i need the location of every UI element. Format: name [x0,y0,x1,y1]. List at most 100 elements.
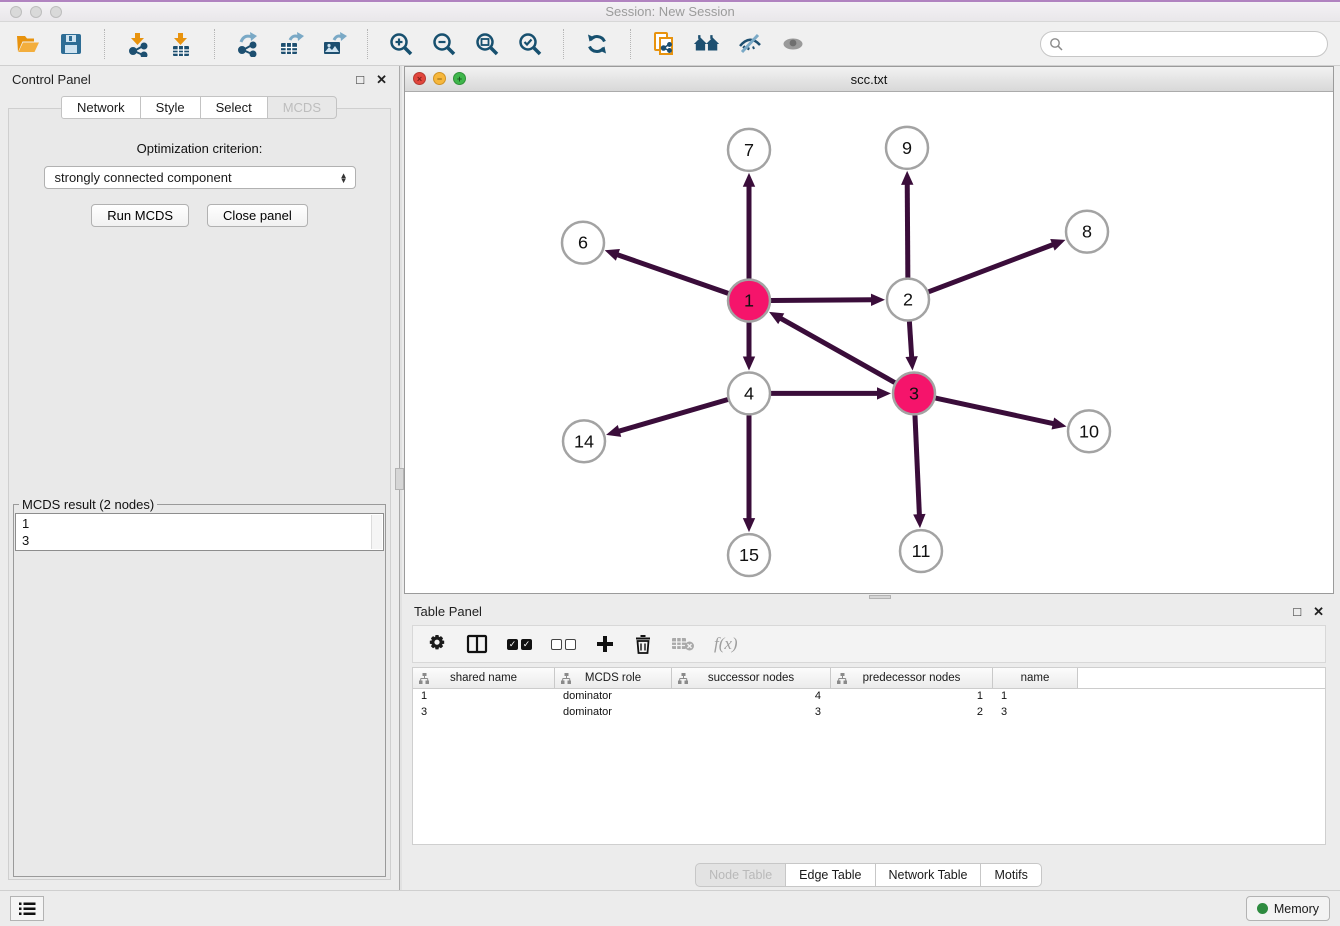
search-input[interactable] [1040,31,1328,57]
column-header-predecessor-nodes[interactable]: predecessor nodes [831,668,993,688]
import-network-icon[interactable] [124,30,152,58]
horizontal-splitter[interactable] [404,594,1334,599]
list-icon [18,901,36,917]
cell-successor-nodes[interactable]: 4 [672,689,831,705]
edge-4-14[interactable] [618,400,728,432]
export-table-icon[interactable] [277,30,305,58]
cell-predecessor-nodes[interactable]: 2 [831,705,993,721]
zoom-out-icon[interactable] [430,30,458,58]
save-session-icon[interactable] [57,30,85,58]
node-label-7: 7 [744,140,754,160]
zoom-fit-icon[interactable] [473,30,501,58]
show-columns-icon[interactable] [466,634,488,654]
close-window-icon[interactable] [10,6,22,18]
maximize-window-icon[interactable] [50,6,62,18]
network-minimize-icon[interactable]: − [433,72,446,85]
dropdown-arrows-icon: ▲▼ [340,173,348,183]
edge-2-9[interactable] [907,183,908,278]
network-graph: 7968124314101511 [405,92,1333,593]
hide-selected-icon[interactable] [736,30,764,58]
tab-network-table[interactable]: Network Table [875,863,982,887]
edge-2-8[interactable] [929,244,1055,292]
open-file-icon[interactable] [14,30,42,58]
tab-mcds[interactable]: MCDS [267,96,337,119]
select-all-icon[interactable]: ✓✓ [507,639,532,650]
cell-successor-nodes[interactable]: 3 [672,705,831,721]
network-maximize-icon[interactable]: + [453,72,466,85]
refresh-icon[interactable] [583,30,611,58]
column-header-MCDS-role[interactable]: MCDS role [555,668,672,688]
delete-row-icon[interactable] [634,634,652,654]
edge-arrowhead [905,356,917,370]
edge-1-2[interactable] [771,300,873,301]
cell-predecessor-nodes[interactable]: 1 [831,689,993,705]
zoom-selected-icon[interactable] [516,30,544,58]
add-row-icon[interactable] [595,634,615,654]
memory-button[interactable]: Memory [1246,896,1330,921]
tab-select[interactable]: Select [200,96,268,119]
column-header-shared-name[interactable]: shared name [413,668,555,688]
mcds-result-box[interactable]: 13 [15,513,384,551]
cell-name[interactable]: 3 [993,705,1078,721]
close-panel-button[interactable]: Close panel [207,204,308,227]
edge-3-11[interactable] [915,415,919,516]
edge-arrowhead [743,356,755,370]
run-mcds-button[interactable]: Run MCDS [91,204,189,227]
criterion-dropdown[interactable]: strongly connected component ▲▼ [44,166,356,189]
export-image-icon[interactable] [320,30,348,58]
toolbar-separator [214,29,215,59]
tab-node-table[interactable]: Node Table [695,863,786,887]
gear-icon[interactable] [427,634,447,654]
network-close-icon[interactable]: × [413,72,426,85]
column-header-name[interactable]: name [993,668,1078,688]
zoom-in-icon[interactable] [387,30,415,58]
cell-MCDS-role[interactable]: dominator [555,689,672,705]
application-window: Session: New Session [0,0,1340,926]
node-label-15: 15 [739,545,759,565]
tab-style[interactable]: Style [140,96,201,119]
import-table-icon[interactable] [167,30,195,58]
edge-1-6[interactable] [616,254,728,293]
function-builder-icon: f(x) [714,634,738,654]
copy-network-icon[interactable] [650,30,678,58]
tab-network[interactable]: Network [61,96,141,119]
vertical-splitter[interactable] [399,66,402,890]
export-network-icon[interactable] [234,30,262,58]
tab-motifs[interactable]: Motifs [980,863,1041,887]
table-tabs: Node TableEdge TableNetwork TableMotifs [404,863,1334,887]
network-canvas[interactable]: 7968124314101511 [405,92,1333,593]
cell-MCDS-role[interactable]: dominator [555,705,672,721]
table-header-row: shared nameMCDS rolesuccessor nodesprede… [413,668,1325,689]
float-panel-icon[interactable]: □ [356,73,364,86]
cell-shared-name[interactable]: 3 [413,705,555,721]
splitter-grip[interactable] [395,468,404,490]
table-row[interactable]: 3dominator323 [413,705,1325,721]
show-all-icon[interactable] [779,30,807,58]
minimize-window-icon[interactable] [30,6,42,18]
splitter-grip[interactable] [869,595,891,599]
edge-3-1[interactable] [779,318,894,383]
edge-3-10[interactable] [935,398,1054,424]
close-panel-icon[interactable]: ✕ [376,73,387,86]
result-line: 1 [22,515,377,532]
edge-arrowhead [1052,417,1067,429]
table-row[interactable]: 1dominator411 [413,689,1325,705]
task-list-button[interactable] [10,896,44,921]
deselect-all-icon[interactable] [551,639,576,650]
float-panel-icon[interactable]: □ [1293,605,1301,618]
toolbar-separator [104,29,105,59]
column-header-successor-nodes[interactable]: successor nodes [672,668,831,688]
tab-edge-table[interactable]: Edge Table [785,863,875,887]
home-view-icon[interactable] [693,30,721,58]
table-toolbar: ✓✓ f(x) [412,625,1326,663]
close-panel-icon[interactable]: ✕ [1313,605,1324,618]
node-table[interactable]: shared nameMCDS rolesuccessor nodesprede… [412,667,1326,845]
cell-name[interactable]: 1 [993,689,1078,705]
delete-table-icon [671,635,695,653]
window-traffic-lights [10,6,62,18]
right-column: × − + scc.txt 7968124314101511 Table Pan… [402,66,1340,890]
edge-2-3[interactable] [909,321,911,358]
cell-shared-name[interactable]: 1 [413,689,555,705]
table-panel-strip [404,845,1334,863]
result-scrollbar[interactable] [371,515,382,549]
